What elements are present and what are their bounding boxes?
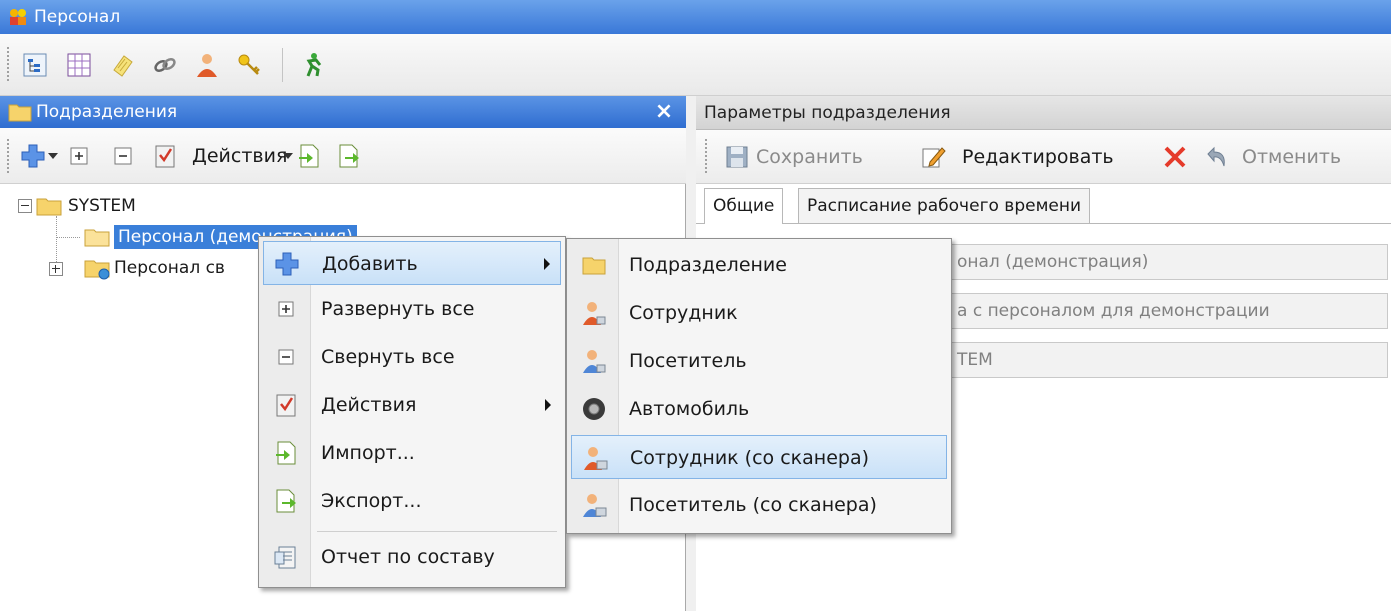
menu-item-actions[interactable]: Действия	[263, 383, 561, 427]
add-cross-icon	[275, 252, 299, 276]
tree-guide-line	[56, 216, 57, 268]
menu-item-label: Добавить	[322, 253, 418, 275]
menu-item-label: Развернуть все	[321, 298, 475, 320]
notes-icon[interactable]	[110, 52, 136, 78]
menu-item-label: Свернуть все	[321, 346, 455, 368]
submenu-item-car[interactable]: Автомобиль	[571, 387, 947, 431]
tree-view-icon[interactable]	[22, 52, 48, 78]
import-icon[interactable]	[296, 143, 322, 169]
tree-node-second[interactable]: Персонал св	[114, 256, 225, 280]
actions-dropdown-arrow[interactable]	[283, 153, 293, 159]
employee-scanner-icon	[584, 447, 608, 470]
window-title: Персонал	[34, 7, 121, 27]
toolbar-grip[interactable]	[704, 138, 708, 174]
main-toolbar	[0, 34, 1391, 96]
window-title-bar[interactable]: Персонал	[0, 0, 1391, 34]
menu-separator	[317, 531, 557, 532]
menu-item-collapse-all[interactable]: Свернуть все	[263, 335, 561, 379]
export-icon[interactable]	[336, 143, 362, 169]
folder-icon	[8, 104, 32, 122]
save-icon[interactable]	[724, 144, 750, 170]
link-icon[interactable]	[152, 52, 178, 78]
submenu-item-visitor[interactable]: Посетитель	[571, 339, 947, 383]
submenu-item-label: Сотрудник (со сканера)	[630, 447, 870, 469]
tab-strip-border	[696, 223, 1391, 224]
expand-all-icon[interactable]	[68, 145, 90, 167]
tab-schedule[interactable]: Расписание рабочего времени	[798, 188, 1091, 224]
tree-collapse-toggle[interactable]	[18, 199, 32, 213]
employee-icon[interactable]	[194, 52, 220, 78]
department-params-header: Параметры подразделения	[696, 96, 1391, 130]
save-button[interactable]: Сохранить	[756, 144, 863, 170]
actions-menu-button[interactable]: Действия	[192, 143, 287, 169]
grid-view-icon[interactable]	[66, 52, 92, 78]
toolbar-separator	[282, 48, 283, 82]
submenu-item-employee-scanner[interactable]: Сотрудник (со сканера)	[571, 435, 947, 479]
cancel-button[interactable]: Отменить	[1242, 144, 1341, 170]
add-submenu: Подразделение Сотрудник Посетитель Автом…	[566, 238, 952, 534]
exit-run-icon[interactable]	[300, 52, 326, 78]
menu-item-label: Отчет по составу	[321, 546, 495, 568]
submenu-item-label: Автомобиль	[629, 398, 750, 420]
menu-item-export[interactable]: Экспорт...	[263, 479, 561, 523]
submenu-item-department[interactable]: Подразделение	[571, 243, 947, 287]
collapse-all-icon	[278, 349, 294, 365]
department-parent-field[interactable]: ТЕМ	[948, 342, 1388, 378]
toolbar-grip[interactable]	[6, 138, 10, 174]
menu-item-expand-all[interactable]: Развернуть все	[263, 287, 561, 331]
report-icon	[274, 546, 296, 569]
menu-item-import[interactable]: Импорт...	[263, 431, 561, 475]
submenu-item-employee[interactable]: Сотрудник	[571, 291, 947, 335]
submenu-item-label: Сотрудник	[629, 302, 738, 324]
menu-item-label: Импорт...	[321, 442, 415, 464]
folder-network-icon	[84, 260, 110, 280]
folder-icon	[582, 257, 606, 275]
submenu-item-label: Посетитель (со сканера)	[629, 494, 877, 516]
submenu-item-label: Посетитель	[629, 350, 747, 372]
collapse-all-icon[interactable]	[112, 145, 134, 167]
menu-item-label: Действия	[321, 394, 417, 416]
departments-toolbar: Действия	[0, 128, 686, 184]
expand-all-icon	[278, 301, 294, 317]
employee-icon	[583, 302, 606, 325]
submenu-arrow-icon	[545, 399, 551, 411]
visitor-icon	[583, 350, 606, 373]
menu-item-report[interactable]: Отчет по составу	[263, 535, 561, 579]
department-description-field[interactable]: а с персоналом для демонстрации	[948, 293, 1388, 329]
add-dropdown-arrow[interactable]	[48, 153, 58, 159]
menu-item-label: Экспорт...	[321, 490, 422, 512]
edit-button[interactable]: Редактировать	[962, 144, 1114, 170]
departments-panel-title: Подразделения	[36, 102, 178, 122]
folder-icon	[84, 229, 110, 247]
export-icon	[276, 489, 296, 513]
keys-icon[interactable]	[236, 52, 262, 78]
cancel-x-icon[interactable]	[1162, 144, 1188, 170]
actions-icon	[276, 394, 296, 417]
add-cross-icon[interactable]	[20, 143, 46, 169]
tree-expand-toggle[interactable]	[49, 262, 63, 276]
app-logo-icon	[10, 9, 26, 25]
departments-panel-header: Подразделения	[0, 96, 686, 128]
submenu-arrow-icon	[544, 258, 550, 270]
undo-icon[interactable]	[1204, 144, 1230, 170]
car-wheel-icon	[583, 398, 605, 420]
toolbar-grip[interactable]	[6, 46, 10, 82]
actions-icon[interactable]	[152, 143, 178, 169]
folder-icon	[36, 198, 62, 216]
department-params-toolbar: Сохранить Редактировать Отменить	[696, 130, 1391, 184]
edit-icon[interactable]	[920, 144, 946, 170]
tab-general[interactable]: Общие	[704, 188, 784, 224]
tree-node-system[interactable]: SYSTEM	[68, 194, 136, 218]
department-name-field[interactable]: онал (демонстрация)	[948, 244, 1388, 280]
submenu-item-visitor-scanner[interactable]: Посетитель (со сканера)	[571, 483, 947, 527]
context-menu: Добавить Развернуть все Свернуть все Дей…	[258, 236, 566, 588]
department-params-title: Параметры подразделения	[704, 103, 951, 123]
tree-guide-line	[56, 237, 80, 238]
submenu-item-label: Подразделение	[629, 254, 787, 276]
close-panel-button[interactable]: ×	[653, 96, 675, 128]
import-icon	[276, 441, 296, 465]
menu-item-add[interactable]: Добавить	[263, 241, 561, 285]
visitor-scanner-icon	[583, 494, 607, 517]
